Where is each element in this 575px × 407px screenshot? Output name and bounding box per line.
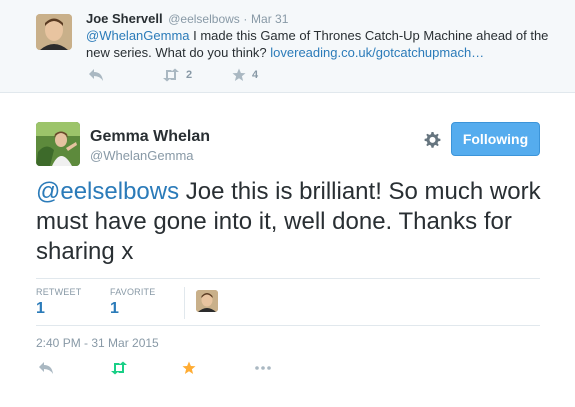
retweet-count: 2 bbox=[186, 68, 193, 81]
author-handle[interactable]: @WhelanGemma bbox=[90, 148, 194, 163]
avatar[interactable] bbox=[36, 122, 80, 166]
tweet-text: @eelselbows Joe this is brilliant! So mu… bbox=[36, 177, 556, 267]
author-name[interactable]: Joe Shervell bbox=[86, 11, 163, 26]
more-icon bbox=[255, 366, 271, 370]
retweet-icon bbox=[163, 68, 179, 82]
favorites-stat[interactable]: FAVORITE 1 bbox=[110, 287, 155, 318]
retweets-value: 1 bbox=[36, 300, 45, 317]
more-button[interactable] bbox=[254, 360, 272, 375]
retweet-icon bbox=[111, 361, 127, 375]
url-link[interactable]: lovereading.co.uk/gotcatchupmach… bbox=[270, 45, 484, 60]
tweet-date[interactable]: Mar 31 bbox=[251, 12, 288, 26]
star-icon bbox=[232, 68, 246, 81]
retweets-stat[interactable]: RETWEET 1 bbox=[36, 287, 81, 318]
star-icon bbox=[182, 361, 196, 374]
retweet-button[interactable]: 2 bbox=[162, 67, 192, 82]
following-button[interactable]: Following bbox=[451, 122, 540, 156]
author-handle[interactable]: @eelselbows bbox=[168, 12, 240, 26]
separator: · bbox=[243, 12, 248, 26]
retweets-label: RETWEET bbox=[36, 287, 82, 297]
mention-link[interactable]: @WhelanGemma bbox=[86, 28, 190, 43]
avatar[interactable] bbox=[196, 290, 218, 312]
favorites-value: 1 bbox=[110, 300, 119, 317]
reply-button[interactable] bbox=[88, 67, 104, 82]
favorite-button[interactable] bbox=[182, 360, 196, 375]
reply-icon bbox=[89, 68, 103, 81]
favorites-label: FAVORITE bbox=[110, 287, 156, 297]
mention-link[interactable]: @eelselbows bbox=[36, 178, 179, 205]
tweet-timestamp[interactable]: 2:40 PM - 31 Mar 2015 bbox=[36, 336, 159, 350]
author-name[interactable]: Gemma Whelan bbox=[90, 128, 210, 146]
retweet-button[interactable] bbox=[110, 360, 128, 375]
reply-icon bbox=[39, 361, 53, 374]
favorite-count: 4 bbox=[252, 68, 259, 81]
tweet-stats: RETWEET 1 FAVORITE 1 bbox=[36, 278, 540, 326]
avatar[interactable] bbox=[36, 14, 72, 50]
tweet-text: @WhelanGemma I made this Game of Thrones… bbox=[86, 27, 556, 61]
parent-tweet[interactable]: Joe Shervell @eelselbows · Mar 31 @Whela… bbox=[0, 0, 575, 93]
gear-icon[interactable] bbox=[422, 130, 442, 150]
favorite-button[interactable]: 4 bbox=[232, 67, 258, 82]
reply-button[interactable] bbox=[38, 360, 54, 375]
divider bbox=[184, 287, 185, 319]
